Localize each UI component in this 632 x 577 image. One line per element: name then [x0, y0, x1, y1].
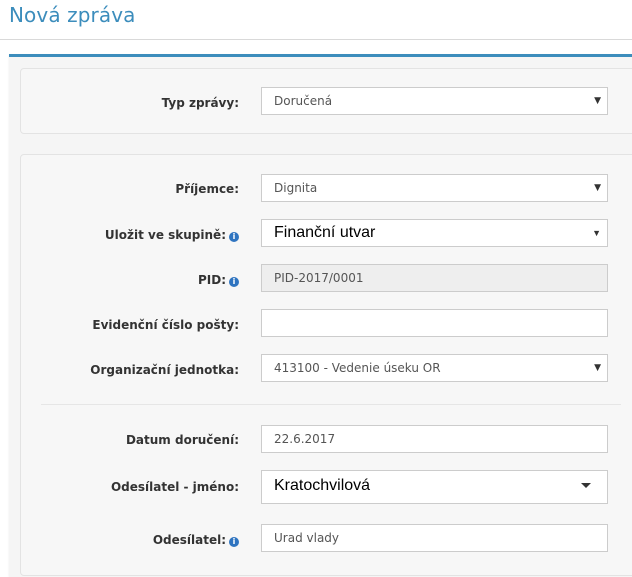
typ-zpravy-value: Doručená: [274, 94, 333, 108]
info-icon[interactable]: i: [229, 537, 239, 547]
caret-down-icon: ▼: [594, 363, 601, 373]
message-details-panel: Příjemce: Dignita ▼ Uložit ve skupině: i …: [20, 154, 632, 576]
typ-zpravy-select[interactable]: Doručená ▼: [261, 87, 608, 115]
caret-down-icon: [581, 483, 591, 488]
odesilatel-text: Odesílatel:: [152, 533, 226, 547]
typ-zpravy-label: Typ zprávy:: [161, 96, 239, 110]
ulozit-ve-skupine-text: Uložit ve skupině:: [104, 228, 226, 242]
datum-doruceni-input[interactable]: 22.6.2017: [261, 425, 608, 453]
odesilatel-value: Urad vlady: [274, 531, 340, 545]
evidencni-cislo-input[interactable]: [261, 309, 608, 337]
pid-text: PID:: [197, 273, 226, 287]
ulozit-ve-skupine-label: Uložit ve skupině: i: [105, 227, 239, 243]
title-divider: [0, 39, 632, 40]
caret-down-icon: ▼: [592, 228, 601, 238]
organizacni-jednotka-value: 413100 - Vedenie úseku OR: [274, 361, 441, 375]
pid-input[interactable]: PID-2017/0001: [261, 264, 608, 292]
odesilatel-label: Odesílatel: i: [153, 532, 239, 548]
caret-down-icon: ▼: [594, 96, 601, 106]
organizacni-jednotka-label: Organizační jednotka:: [90, 363, 239, 377]
info-icon[interactable]: i: [229, 232, 239, 242]
evidencni-cislo-label: Evidenční číslo pošty:: [92, 318, 239, 332]
info-icon[interactable]: i: [229, 277, 239, 287]
prijemce-label: Příjemce:: [175, 182, 239, 196]
organizacni-jednotka-select[interactable]: 413100 - Vedenie úseku OR ▼: [261, 354, 608, 382]
odesilatel-input[interactable]: Urad vlady: [261, 524, 608, 552]
prijemce-value: Dignita: [274, 181, 318, 195]
datum-doruceni-value: 22.6.2017: [274, 432, 336, 446]
ulozit-ve-skupine-value: Finanční utvar: [274, 224, 376, 241]
datum-doruceni-label: Datum doručení:: [125, 433, 239, 447]
message-type-panel: Typ zprávy: Doručená ▼: [20, 68, 632, 134]
pid-label: PID: i: [198, 272, 239, 288]
caret-down-icon: ▼: [594, 183, 601, 193]
pid-value: PID-2017/0001: [274, 271, 364, 285]
ulozit-ve-skupine-select[interactable]: Finanční utvar ▼: [261, 219, 608, 247]
page-title: Nová zpráva: [9, 3, 136, 27]
odesilatel-jmeno-combobox[interactable]: Kratochvilová: [261, 470, 608, 504]
prijemce-select[interactable]: Dignita ▼: [261, 174, 608, 202]
section-divider: [41, 404, 621, 405]
odesilatel-jmeno-label: Odesílatel - jméno:: [110, 480, 239, 494]
odesilatel-jmeno-value: Kratochvilová: [274, 477, 371, 494]
